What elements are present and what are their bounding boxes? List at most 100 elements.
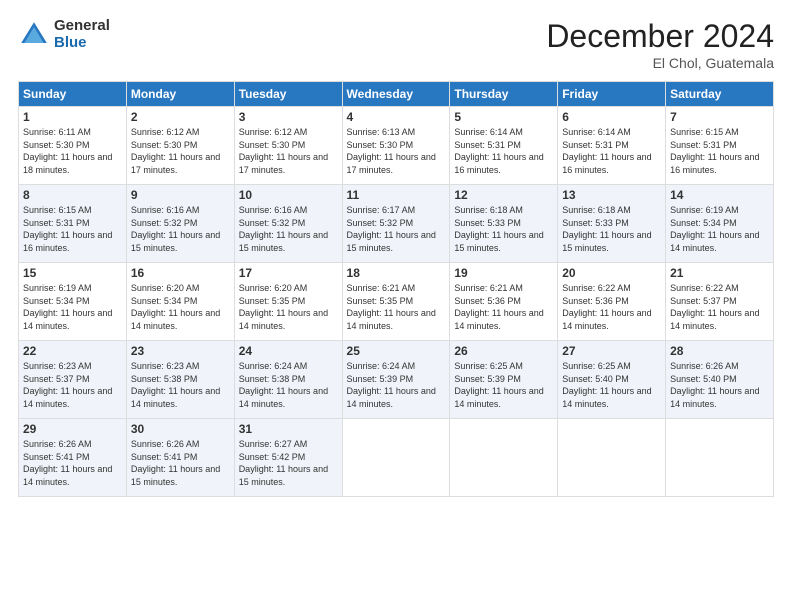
table-row: 27 Sunrise: 6:25 AMSunset: 5:40 PMDayligh… (558, 341, 666, 419)
table-row: 21Sunrise: 6:22 AMSunset: 5:37 PMDayligh… (666, 263, 774, 341)
day-number: 28 (670, 344, 769, 358)
day-info: Sunrise: 6:21 AMSunset: 5:35 PMDaylight:… (347, 283, 436, 331)
day-info: Sunrise: 6:14 AMSunset: 5:31 PMDaylight:… (562, 127, 651, 175)
table-row: 14 Sunrise: 6:19 AMSunset: 5:34 PMDayligh… (666, 185, 774, 263)
day-info: Sunrise: 6:18 AMSunset: 5:33 PMDaylight:… (562, 205, 651, 253)
table-row (450, 419, 558, 497)
day-number: 9 (131, 188, 230, 202)
header-thursday: Thursday (450, 82, 558, 107)
day-number: 12 (454, 188, 553, 202)
day-number: 29 (23, 422, 122, 436)
table-row: 23 Sunrise: 6:23 AMSunset: 5:38 PMDayligh… (126, 341, 234, 419)
table-row: 24Sunrise: 6:24 AMSunset: 5:38 PMDayligh… (234, 341, 342, 419)
table-row: 20 Sunrise: 6:22 AMSunset: 5:36 PMDayligh… (558, 263, 666, 341)
table-row: 15 Sunrise: 6:19 AMSunset: 5:34 PMDayligh… (19, 263, 127, 341)
day-number: 20 (562, 266, 661, 280)
page: General Blue December 2024 El Chol, Guat… (0, 0, 792, 612)
table-row: 16 Sunrise: 6:20 AMSunset: 5:34 PMDayligh… (126, 263, 234, 341)
day-info: Sunrise: 6:16 AMSunset: 5:32 PMDaylight:… (239, 205, 328, 253)
day-number: 30 (131, 422, 230, 436)
table-row: 26 Sunrise: 6:25 AMSunset: 5:39 PMDayligh… (450, 341, 558, 419)
day-number: 4 (347, 110, 446, 124)
table-row: 28 Sunrise: 6:26 AMSunset: 5:40 PMDayligh… (666, 341, 774, 419)
header-friday: Friday (558, 82, 666, 107)
table-row: 12 Sunrise: 6:18 AMSunset: 5:33 PMDayligh… (450, 185, 558, 263)
day-number: 24 (239, 344, 338, 358)
logo-general-text: General (54, 18, 110, 35)
day-info: Sunrise: 6:19 AMSunset: 5:34 PMDaylight:… (670, 205, 759, 253)
calendar-table: Sunday Monday Tuesday Wednesday Thursday… (18, 81, 774, 497)
table-row: 17 Sunrise: 6:20 AMSunset: 5:35 PMDayligh… (234, 263, 342, 341)
day-info: Sunrise: 6:26 AMSunset: 5:40 PMDaylight:… (670, 361, 759, 409)
day-info: Sunrise: 6:12 AMSunset: 5:30 PMDaylight:… (239, 127, 328, 175)
table-row (666, 419, 774, 497)
day-info: Sunrise: 6:23 AMSunset: 5:38 PMDaylight:… (131, 361, 220, 409)
table-row: 7Sunrise: 6:15 AMSunset: 5:31 PMDaylight… (666, 107, 774, 185)
day-number: 14 (670, 188, 769, 202)
day-info: Sunrise: 6:20 AMSunset: 5:35 PMDaylight:… (239, 283, 328, 331)
day-info: Sunrise: 6:11 AMSunset: 5:30 PMDaylight:… (23, 127, 112, 175)
day-info: Sunrise: 6:13 AMSunset: 5:30 PMDaylight:… (347, 127, 436, 175)
day-info: Sunrise: 6:23 AMSunset: 5:37 PMDaylight:… (23, 361, 112, 409)
logo-blue-text: Blue (54, 35, 110, 52)
table-row: 10 Sunrise: 6:16 AMSunset: 5:32 PMDayligh… (234, 185, 342, 263)
day-number: 19 (454, 266, 553, 280)
header-saturday: Saturday (666, 82, 774, 107)
day-number: 13 (562, 188, 661, 202)
day-number: 15 (23, 266, 122, 280)
day-number: 3 (239, 110, 338, 124)
table-row: 2 Sunrise: 6:12 AMSunset: 5:30 PMDaylight… (126, 107, 234, 185)
table-row: 31Sunrise: 6:27 AMSunset: 5:42 PMDayligh… (234, 419, 342, 497)
day-number: 2 (131, 110, 230, 124)
table-row (558, 419, 666, 497)
day-info: Sunrise: 6:24 AMSunset: 5:39 PMDaylight:… (347, 361, 436, 409)
day-info: Sunrise: 6:15 AMSunset: 5:31 PMDaylight:… (23, 205, 112, 253)
calendar-header-row: Sunday Monday Tuesday Wednesday Thursday… (19, 82, 774, 107)
day-number: 23 (131, 344, 230, 358)
day-info: Sunrise: 6:25 AMSunset: 5:39 PMDaylight:… (454, 361, 543, 409)
table-row (342, 419, 450, 497)
day-info: Sunrise: 6:26 AMSunset: 5:41 PMDaylight:… (23, 439, 112, 487)
day-info: Sunrise: 6:27 AMSunset: 5:42 PMDaylight:… (239, 439, 328, 487)
day-info: Sunrise: 6:19 AMSunset: 5:34 PMDaylight:… (23, 283, 112, 331)
logo: General Blue (18, 18, 110, 51)
day-info: Sunrise: 6:17 AMSunset: 5:32 PMDaylight:… (347, 205, 436, 253)
day-number: 18 (347, 266, 446, 280)
header-tuesday: Tuesday (234, 82, 342, 107)
day-number: 27 (562, 344, 661, 358)
day-number: 16 (131, 266, 230, 280)
logo-text: General Blue (54, 18, 110, 51)
day-number: 1 (23, 110, 122, 124)
day-info: Sunrise: 6:26 AMSunset: 5:41 PMDaylight:… (131, 439, 220, 487)
day-number: 5 (454, 110, 553, 124)
table-row: 30 Sunrise: 6:26 AMSunset: 5:41 PMDayligh… (126, 419, 234, 497)
day-info: Sunrise: 6:16 AMSunset: 5:32 PMDaylight:… (131, 205, 220, 253)
table-row: 18 Sunrise: 6:21 AMSunset: 5:35 PMDayligh… (342, 263, 450, 341)
table-row: 8Sunrise: 6:15 AMSunset: 5:31 PMDaylight… (19, 185, 127, 263)
table-row: 4 Sunrise: 6:13 AMSunset: 5:30 PMDaylight… (342, 107, 450, 185)
day-info: Sunrise: 6:18 AMSunset: 5:33 PMDaylight:… (454, 205, 543, 253)
day-number: 17 (239, 266, 338, 280)
day-info: Sunrise: 6:20 AMSunset: 5:34 PMDaylight:… (131, 283, 220, 331)
day-info: Sunrise: 6:22 AMSunset: 5:37 PMDaylight:… (670, 283, 759, 331)
day-number: 11 (347, 188, 446, 202)
table-row: 5Sunrise: 6:14 AMSunset: 5:31 PMDaylight… (450, 107, 558, 185)
day-info: Sunrise: 6:22 AMSunset: 5:36 PMDaylight:… (562, 283, 651, 331)
day-info: Sunrise: 6:15 AMSunset: 5:31 PMDaylight:… (670, 127, 759, 175)
location-subtitle: El Chol, Guatemala (546, 55, 774, 71)
day-info: Sunrise: 6:12 AMSunset: 5:30 PMDaylight:… (131, 127, 220, 175)
table-row: 29 Sunrise: 6:26 AMSunset: 5:41 PMDayligh… (19, 419, 127, 497)
table-row: 1 Sunrise: 6:11 AMSunset: 5:30 PMDaylight… (19, 107, 127, 185)
day-number: 6 (562, 110, 661, 124)
table-row: 13 Sunrise: 6:18 AMSunset: 5:33 PMDayligh… (558, 185, 666, 263)
header-wednesday: Wednesday (342, 82, 450, 107)
table-row: 11 Sunrise: 6:17 AMSunset: 5:32 PMDayligh… (342, 185, 450, 263)
day-info: Sunrise: 6:25 AMSunset: 5:40 PMDaylight:… (562, 361, 651, 409)
table-row: 9 Sunrise: 6:16 AMSunset: 5:32 PMDaylight… (126, 185, 234, 263)
table-row: 22Sunrise: 6:23 AMSunset: 5:37 PMDayligh… (19, 341, 127, 419)
day-number: 25 (347, 344, 446, 358)
table-row: 6 Sunrise: 6:14 AMSunset: 5:31 PMDaylight… (558, 107, 666, 185)
day-number: 10 (239, 188, 338, 202)
day-info: Sunrise: 6:21 AMSunset: 5:36 PMDaylight:… (454, 283, 543, 331)
day-number: 26 (454, 344, 553, 358)
